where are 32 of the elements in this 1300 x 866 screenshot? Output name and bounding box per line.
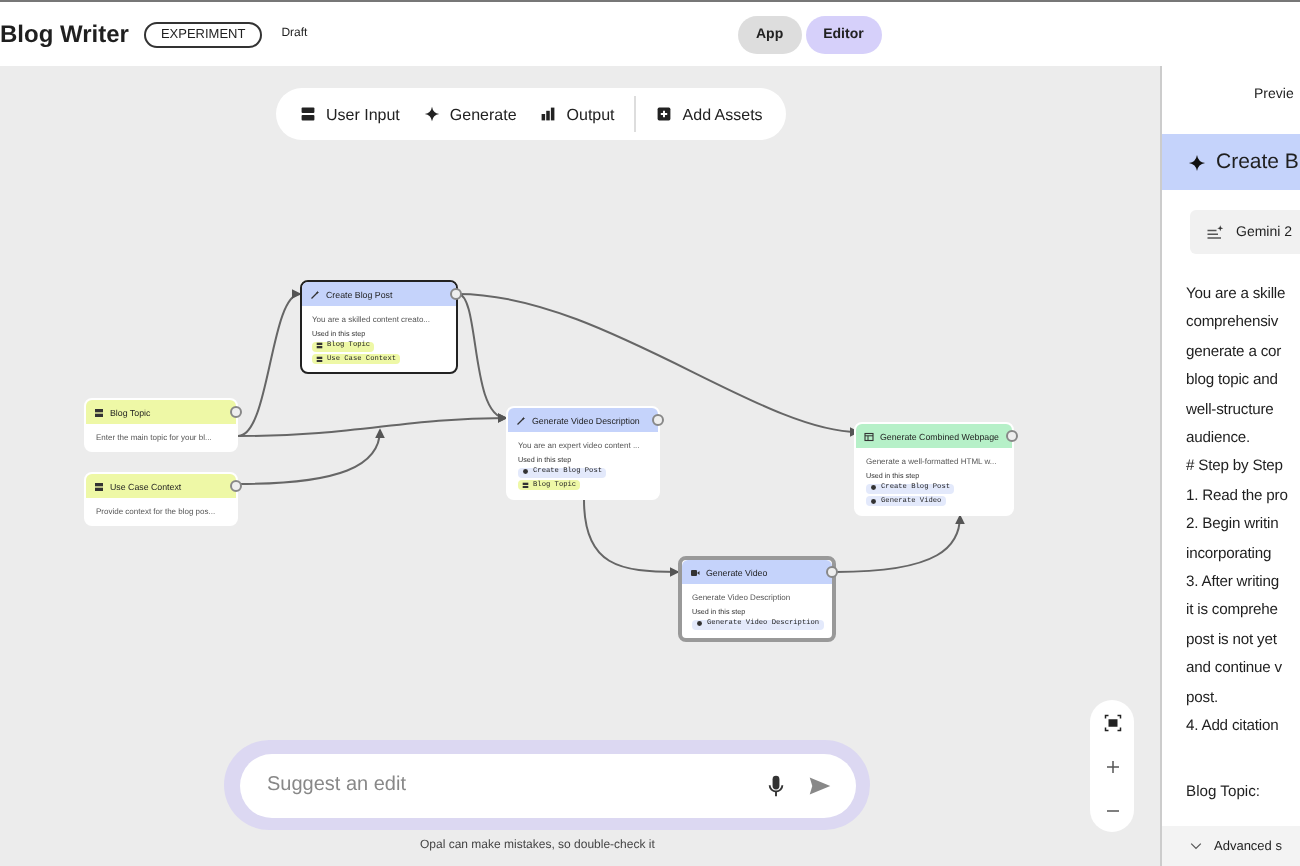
- app-title: Blog Writer: [0, 20, 129, 48]
- input-icon: [94, 481, 104, 491]
- sparkle-icon: [423, 106, 440, 122]
- dot-icon: [870, 484, 877, 492]
- bar-chart-icon: [540, 106, 557, 122]
- toolbar-button[interactable]: Add Assets: [652, 105, 767, 123]
- send-icon[interactable]: [807, 773, 831, 797]
- connector-line: [835, 514, 965, 573]
- add-icon: [656, 106, 673, 122]
- video-icon: [690, 567, 700, 577]
- webpage-icon: [864, 431, 874, 441]
- microphone-icon[interactable]: [763, 773, 787, 797]
- suggest-edit-input[interactable]: Suggest an edit: [267, 774, 743, 796]
- toolbar-button[interactable]: Output: [536, 105, 619, 123]
- toolbar-button[interactable]: Generate: [419, 105, 521, 123]
- step-title: Create B: [1216, 150, 1299, 174]
- chevron-down-icon: [1190, 842, 1202, 850]
- input-icon: [94, 407, 104, 417]
- model-icon: [1206, 224, 1224, 240]
- sparkle-icon: [1188, 153, 1206, 171]
- input-icon: [300, 106, 316, 122]
- connector-line: [583, 499, 680, 577]
- zoom-in-icon[interactable]: [1103, 757, 1121, 775]
- wand-icon: [310, 289, 320, 299]
- toolbar-button[interactable]: User Input: [296, 105, 404, 123]
- suggest-edit-field[interactable]: Suggest an edit: [239, 753, 855, 817]
- wand-icon: [516, 415, 526, 425]
- fit-view-icon[interactable]: [1103, 713, 1121, 731]
- dot-icon: [522, 468, 529, 476]
- dot-icon: [696, 620, 703, 628]
- input-icon: [522, 481, 529, 489]
- dot-icon: [870, 497, 877, 505]
